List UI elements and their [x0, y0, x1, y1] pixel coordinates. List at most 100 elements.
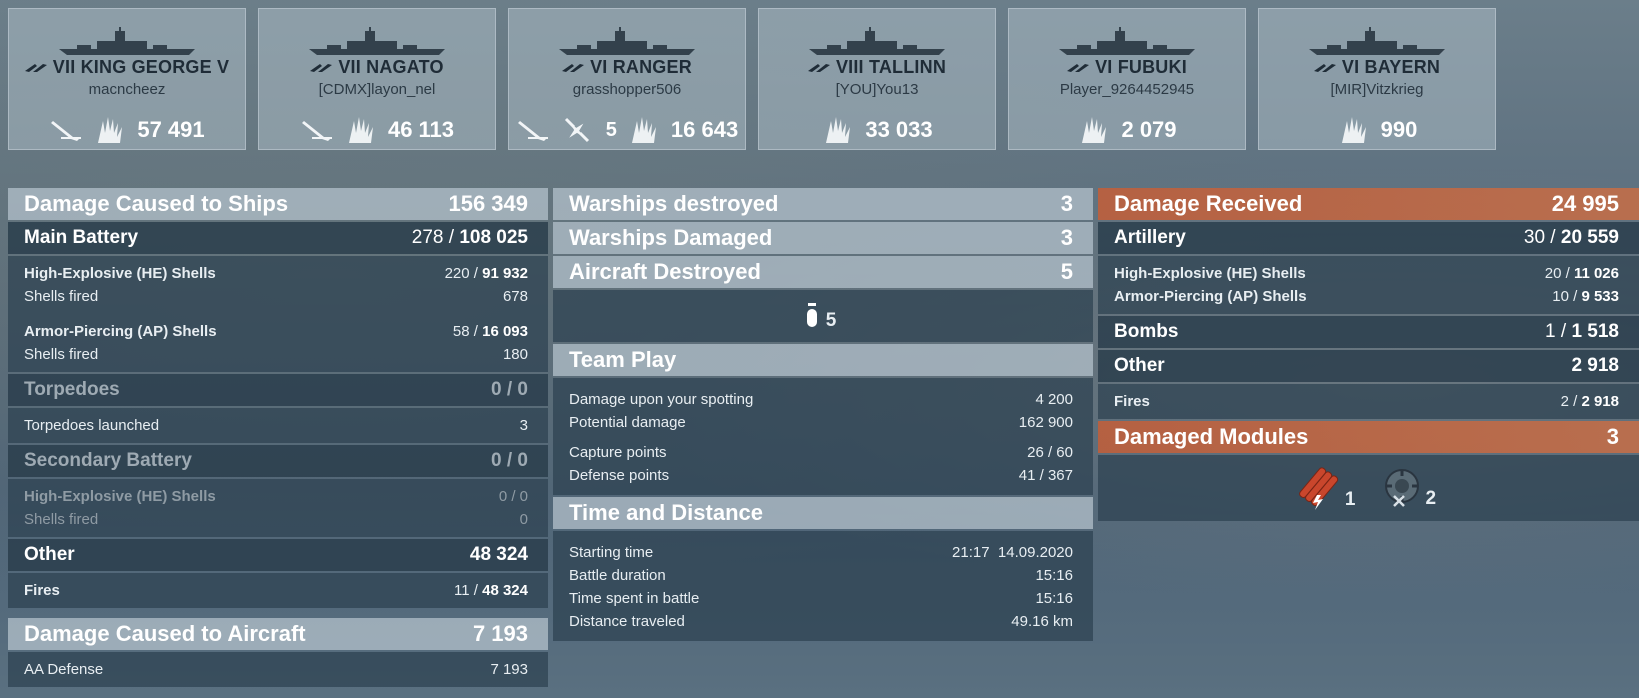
ship-card[interactable]: VII NAGATO [CDMX]layon_nel 46 113 — [258, 8, 496, 150]
fire-ribbon-icon — [627, 115, 661, 145]
torpedoes-title: Torpedoes — [24, 379, 120, 400]
aircraft-kills-value: 5 — [605, 118, 617, 141]
torpedoes-launched-label: Torpedoes launched — [24, 417, 160, 434]
damage-received-header: Damage Received 24 995 — [1098, 188, 1639, 220]
other-damage-title: Other — [24, 544, 75, 565]
distance-value: 49.16 km — [1011, 613, 1073, 630]
start-value: 21:17 14.09.2020 — [952, 544, 1073, 561]
ship-card[interactable]: VI RANGER grasshopper506 5 16 643 — [508, 8, 746, 150]
damage-caused-panel: Damage Caused to Ships 156 349 Main Batt… — [8, 188, 548, 689]
ship-name: VI BAYERN — [1259, 57, 1495, 78]
plane-icon — [806, 302, 818, 330]
achievements-panel: Warships destroyed 3 Warships Damaged 3 … — [553, 188, 1093, 643]
ap-shells-hits: 58 / — [452, 323, 483, 340]
aa-details: AA Defense 7 193 — [8, 652, 548, 687]
fire-ribbon-icon — [93, 115, 127, 145]
torpedo-tubes-icon — [1297, 465, 1343, 511]
aa-mount-count: 2 — [1425, 488, 1437, 509]
ship-name: VI RANGER — [509, 57, 745, 78]
ship-tier: VIII — [835, 57, 864, 77]
spotting-value: 4 200 — [1035, 391, 1073, 408]
player-name: [MIR]Vitzkrieg — [1330, 81, 1424, 98]
received-he-damage: 11 026 — [1573, 265, 1619, 282]
defense-value: 41 / 367 — [1018, 467, 1073, 484]
bombs-title: Bombs — [1114, 321, 1179, 342]
potential-label: Potential damage — [569, 414, 686, 431]
ribbons-row: 46 113 — [259, 115, 495, 145]
aircraft-damage-title: Damage Caused to Aircraft — [24, 621, 306, 646]
ap-shells-label: Armor-Piercing (AP) Shells — [24, 323, 217, 340]
time-distance-details: Starting time 21:17 14.09.2020 Battle dur… — [553, 531, 1093, 641]
ap-shells-damage: 16 093 — [482, 323, 528, 340]
ship-title: TALLINN — [868, 57, 947, 77]
warships-damaged-row: Warships Damaged 3 — [553, 222, 1093, 254]
received-he-hits: 20 / — [1544, 265, 1574, 282]
ship-damage-value: 33 033 — [865, 117, 933, 142]
ribbons-row: 2 079 — [1009, 115, 1245, 145]
other-damage-row: Other 48 324 — [8, 539, 548, 571]
main-battery-details: High-Explosive (HE) Shells 220 / 91 932 S… — [8, 256, 548, 372]
damage-caused-value: 156 349 — [448, 191, 528, 216]
torpedoes-details: Torpedoes launched 3 — [8, 408, 548, 443]
aa-mount-icon — [1380, 466, 1424, 510]
received-ap-hits: 10 / — [1552, 288, 1582, 305]
ribbons-row: 990 — [1259, 115, 1495, 145]
secondary-battery-title: Secondary Battery — [24, 450, 192, 471]
fire-ribbon-icon — [1077, 115, 1111, 145]
artillery-hits: 30 / — [1523, 227, 1561, 248]
artillery-details: High-Explosive (HE) Shells 20 / 11 026 Ar… — [1098, 256, 1639, 314]
received-ap-damage: 9 533 — [1581, 288, 1619, 305]
time-distance-title: Time and Distance — [569, 500, 763, 525]
ship-silhouette-icon — [307, 27, 447, 57]
ship-name: VI FUBUKI — [1009, 57, 1245, 78]
main-battery-row: Main Battery 278 / 108 025 — [8, 222, 548, 254]
torpedo-ribbon-icon — [49, 115, 83, 145]
secondary-battery-row: Secondary Battery 0 / 0 — [8, 445, 548, 477]
damage-caused-title: Damage Caused to Ships — [24, 191, 289, 216]
warships-damaged-value: 3 — [1060, 225, 1073, 250]
received-fires-details: Fires 2 / 2 918 — [1098, 384, 1639, 419]
ship-card[interactable]: VI BAYERN [MIR]Vitzkrieg 990 — [1258, 8, 1496, 150]
aa-mount-module: 2 — [1380, 466, 1437, 510]
he-shells-hits: 220 / — [444, 265, 483, 282]
player-name: macncheez — [88, 81, 166, 98]
spent-value: 15:16 — [1035, 590, 1073, 607]
ship-card[interactable]: VIII TALLINN [YOU]You13 33 033 — [758, 8, 996, 150]
received-other-title: Other — [1114, 355, 1165, 376]
bombs-hits: 1 / — [1545, 321, 1572, 342]
ship-tier: VI — [590, 57, 608, 77]
received-he-label: High-Explosive (HE) Shells — [1114, 265, 1306, 282]
damaged-modules-header: Damaged Modules 3 — [1098, 421, 1639, 453]
fires-damage: 48 324 — [482, 582, 528, 599]
damage-received-title: Damage Received — [1114, 191, 1303, 216]
ship-tier: VI — [1095, 57, 1113, 77]
aircraft-kill-icon — [560, 115, 594, 145]
ship-card[interactable]: VII KING GEORGE V macncheez 57 491 — [8, 8, 246, 150]
ship-name: VII NAGATO — [259, 57, 495, 78]
artillery-damage: 20 559 — [1560, 227, 1619, 248]
aa-value: 7 193 — [490, 661, 528, 678]
spent-label: Time spent in battle — [569, 590, 700, 607]
damage-caused-header: Damage Caused to Ships 156 349 — [8, 188, 548, 220]
fire-ribbon-icon — [344, 115, 378, 145]
ribbons-row: 57 491 — [9, 115, 245, 145]
ship-damage-value: 16 643 — [670, 117, 739, 142]
damaged-modules-details: 1 2 — [1098, 455, 1639, 521]
team-play-title: Team Play — [569, 347, 677, 372]
main-battery-damage: 108 025 — [459, 227, 528, 248]
duration-label: Battle duration — [569, 567, 666, 584]
warships-destroyed-row: Warships destroyed 3 — [553, 188, 1093, 220]
artillery-title: Artillery — [1114, 227, 1186, 248]
received-other-row: Other 2 918 — [1098, 350, 1639, 382]
damaged-modules-value: 3 — [1606, 424, 1619, 449]
bombs-row: Bombs 1 / 1 518 — [1098, 316, 1639, 348]
ship-silhouette-icon — [557, 27, 697, 57]
ship-silhouette-icon — [1057, 27, 1197, 57]
he-fired-value: 678 — [502, 288, 528, 305]
received-fires-hits: 2 / — [1560, 393, 1582, 410]
start-label: Starting time — [569, 544, 654, 561]
damage-received-panel: Damage Received 24 995 Artillery 30 / 20… — [1098, 188, 1639, 523]
torpedo-tubes-module: 1 — [1297, 465, 1356, 511]
ship-card[interactable]: VI FUBUKI Player_9264452945 2 079 — [1008, 8, 1246, 150]
fire-ribbon-icon — [821, 115, 855, 145]
